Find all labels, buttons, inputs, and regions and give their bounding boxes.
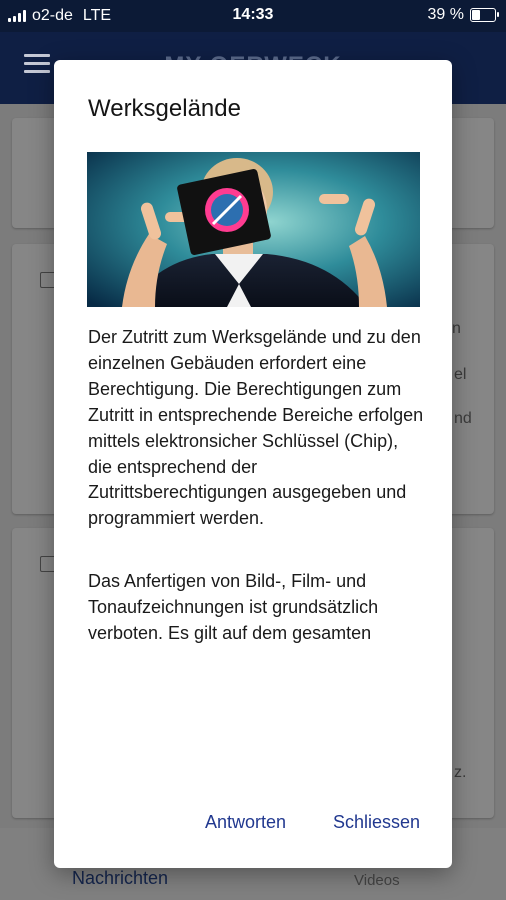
close-button[interactable]: Schliessen: [333, 812, 420, 833]
dialog-paragraph: Das Anfertigen von Bild-, Film- und Tona…: [88, 571, 379, 644]
nav-item-nachrichten[interactable]: Nachrichten: [72, 868, 168, 889]
dialog-paragraph: Der Zutritt zum Werksgelände und zu den …: [88, 327, 424, 529]
dialog-title: Werksgelände: [88, 95, 241, 122]
background-text-fragment: el: [454, 366, 467, 383]
dialog-actions: Antworten Schliessen: [54, 812, 452, 840]
nav-item-videos[interactable]: Videos: [354, 872, 400, 889]
info-dialog: Werksgelände Der Zutritt zum Werksgeländ…: [54, 60, 452, 868]
dialog-image: [87, 152, 420, 307]
battery-percent: 39 %: [427, 6, 464, 23]
status-bar: o2-de LTE 14:33 39 %: [0, 0, 506, 32]
dialog-body: Der Zutritt zum Werksgelände und zu den …: [88, 325, 424, 647]
battery-icon: [470, 8, 499, 22]
background-text-fragment: z.: [454, 764, 467, 781]
background-text-fragment: n: [452, 320, 461, 337]
status-right: 39 %: [427, 6, 499, 24]
answer-button[interactable]: Antworten: [205, 812, 286, 833]
background-text-fragment: nd: [454, 410, 472, 427]
